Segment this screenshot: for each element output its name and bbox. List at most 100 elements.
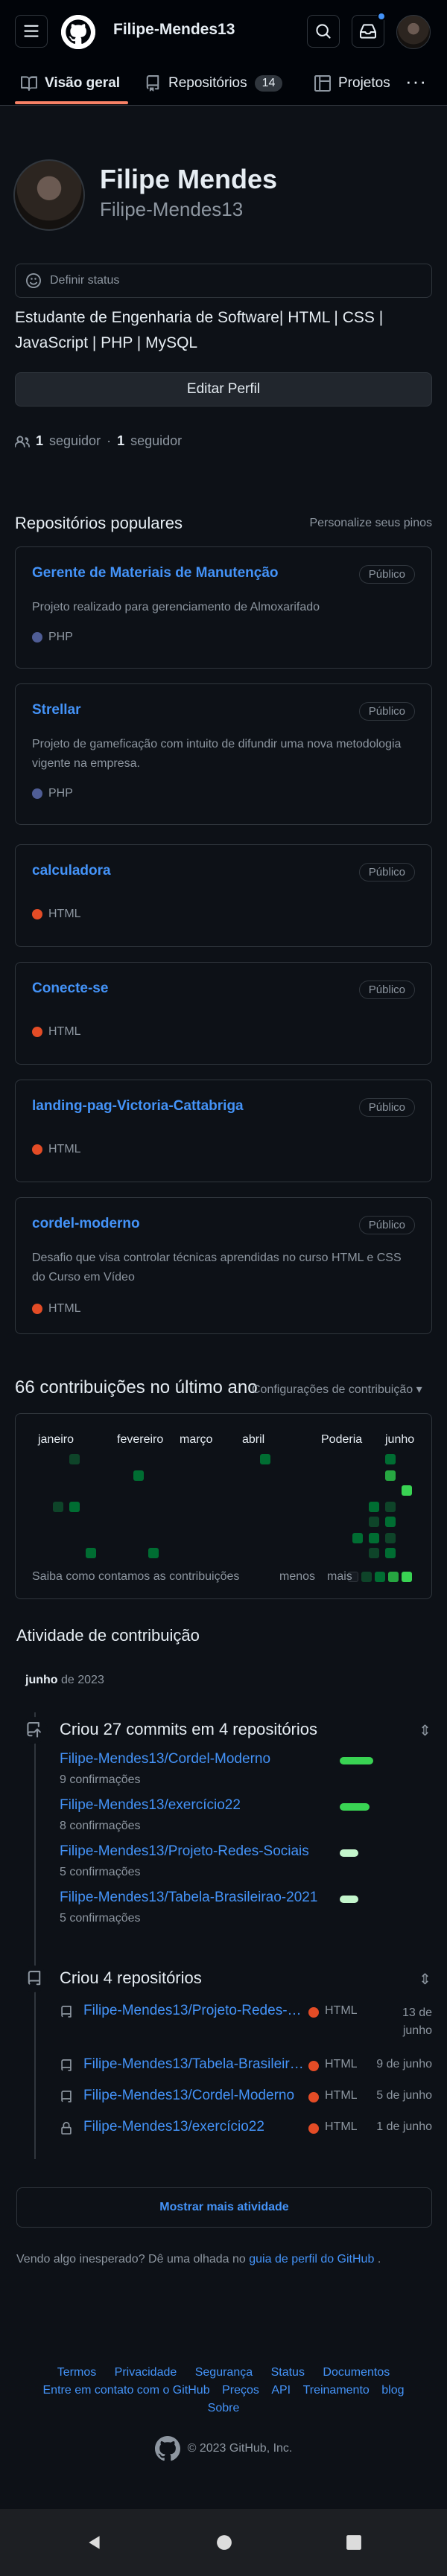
contribution-cell[interactable] — [385, 1470, 396, 1481]
contribution-cell[interactable] — [385, 1533, 396, 1543]
status-placeholder: Definir status — [50, 274, 120, 287]
footer-link-docs[interactable]: Documentos — [323, 2366, 390, 2379]
footer-link-about[interactable]: Sobre — [208, 2402, 240, 2414]
activity-month-name: junho — [25, 1674, 58, 1686]
contribution-cell[interactable] — [385, 1502, 396, 1512]
kebab-icon[interactable]: ··· — [405, 70, 427, 93]
language-color-dot — [32, 1027, 42, 1037]
learn-contributions-link[interactable]: Saiba como contamos as contribuições — [32, 1570, 239, 1584]
commit-repo-link[interactable]: Filipe-Mendes13/Projeto-Redes-Sociais — [60, 1843, 343, 1860]
month-label: março — [180, 1433, 213, 1446]
edit-profile-button[interactable]: Editar Perfil — [15, 372, 432, 407]
user-avatar-button[interactable] — [396, 15, 431, 49]
contribution-cell[interactable] — [385, 1517, 396, 1527]
contribution-cell[interactable] — [369, 1517, 379, 1527]
visibility-badge: Público — [358, 981, 415, 999]
language-color-dot — [32, 909, 42, 919]
repo-language: HTML — [32, 908, 81, 921]
contribution-cell[interactable] — [402, 1485, 412, 1496]
footer-link-blog[interactable]: blog — [381, 2384, 404, 2397]
search-icon — [316, 24, 331, 39]
timeline-line — [34, 1712, 36, 2159]
created-repo-link[interactable]: Filipe-Mendes13/Projeto-Redes-Sociais — [83, 2003, 307, 2019]
popular-repos-title: Repositórios populares — [15, 514, 183, 532]
commit-progress-bar — [340, 1803, 370, 1811]
show-more-activity-button[interactable]: Mostrar mais atividade — [16, 2187, 432, 2228]
commit-repo-link[interactable]: Filipe-Mendes13/Cordel-Moderno — [60, 1751, 343, 1767]
visibility-badge: Público — [358, 565, 415, 584]
contribution-cell[interactable] — [369, 1548, 379, 1558]
repo-name-link[interactable]: Gerente de Materiais de Manutenção — [32, 565, 279, 581]
home-icon[interactable] — [216, 2534, 232, 2551]
created-repo-link[interactable]: Filipe-Mendes13/Cordel-Moderno — [83, 2088, 307, 2104]
contribution-cell[interactable] — [53, 1502, 63, 1512]
footer-link-privacy[interactable]: Privacidade — [115, 2366, 177, 2379]
github-logo-icon[interactable] — [61, 15, 95, 49]
tab-overview-label: Visão geral — [45, 75, 121, 91]
tab-repositories[interactable]: Repositórios 14 — [145, 70, 283, 97]
language-color-dot — [308, 2092, 319, 2102]
github-mark-icon[interactable] — [154, 2436, 180, 2461]
repo-name-link[interactable]: cordel-moderno — [32, 1216, 140, 1232]
contribution-cell[interactable] — [133, 1470, 144, 1481]
book-icon — [21, 76, 37, 91]
back-icon[interactable] — [86, 2534, 103, 2551]
customize-pins-link[interactable]: Personalize seus pinos — [309, 517, 432, 530]
contribution-cell[interactable] — [86, 1548, 96, 1558]
contribution-cell[interactable] — [260, 1454, 270, 1464]
repo-name-link[interactable]: calculadora — [32, 863, 111, 879]
profile-guide-link[interactable]: guia de perfil do GitHub — [249, 2253, 374, 2266]
contribution-cell[interactable] — [148, 1548, 159, 1558]
legend-cell — [361, 1572, 372, 1582]
contribution-cell[interactable] — [69, 1502, 80, 1512]
fold-icon[interactable]: ⇕ — [419, 1970, 431, 1989]
menu-button[interactable] — [15, 15, 48, 48]
footer-link-training[interactable]: Treinamento — [303, 2384, 370, 2397]
repo-description: Projeto de gameficação com intuito de di… — [32, 738, 402, 770]
footer-link-api[interactable]: API — [271, 2384, 291, 2397]
repo-description: Projeto realizado para gerenciamento de … — [32, 601, 320, 613]
legend-cell — [388, 1572, 399, 1582]
tab-projects[interactable]: Projetos — [314, 70, 390, 97]
repo-name-link[interactable]: landing-pag-Victoria-Cattabriga — [32, 1098, 244, 1115]
language-color-dot — [32, 632, 42, 643]
footer-link-security[interactable]: Segurança — [195, 2366, 253, 2379]
repo-name-link[interactable]: Strellar — [32, 702, 80, 718]
pinned-repo-card: calculadora Público HTML — [15, 844, 432, 947]
footer-link-terms[interactable]: Termos — [57, 2366, 96, 2379]
tab-overview[interactable]: Visão geral — [21, 70, 120, 97]
footer-links-row1: Termos Privacidade Segurança Status Docu… — [0, 2366, 447, 2379]
search-button[interactable] — [307, 15, 340, 48]
footer-link-contact[interactable]: Entre em contato com o GitHub — [43, 2384, 210, 2397]
contribution-settings-dropdown[interactable]: Configurações de contribuição ▾ — [252, 1382, 422, 1397]
active-tab-underline — [15, 101, 128, 104]
set-status-button[interactable]: Definir status — [15, 264, 432, 298]
created-repo-link[interactable]: Filipe-Mendes13/exercício22 — [83, 2119, 307, 2135]
contribution-cell[interactable] — [69, 1454, 80, 1464]
repo-name-link[interactable]: Conecte-se — [32, 981, 108, 997]
created-repo-link[interactable]: Filipe-Mendes13/Tabela-Brasileirao-2021 — [83, 2056, 307, 2073]
avatar[interactable] — [13, 159, 85, 231]
fold-icon[interactable]: ⇕ — [419, 1721, 431, 1740]
commit-repo-link[interactable]: Filipe-Mendes13/Tabela-Brasileirao-2021 — [60, 1890, 343, 1906]
footer-link-pricing[interactable]: Preços — [222, 2384, 259, 2397]
recents-icon[interactable] — [346, 2534, 362, 2551]
contribution-cell[interactable] — [369, 1533, 379, 1543]
system-navigation-bar — [0, 2509, 447, 2576]
contribution-cell[interactable] — [385, 1454, 396, 1464]
contribution-cell[interactable] — [385, 1548, 396, 1558]
contribution-cell[interactable] — [369, 1502, 379, 1512]
followers-summary[interactable]: 1 seguidor · 1 seguidor — [15, 433, 182, 449]
repo-language: PHP — [32, 787, 73, 800]
legend-cell — [402, 1572, 412, 1582]
commit-icon — [21, 1717, 48, 1744]
created-repo-language: HTML — [325, 2004, 358, 2017]
contribution-cell[interactable] — [352, 1533, 363, 1543]
created-repo-date: 1 de junho — [376, 2120, 432, 2133]
header-title[interactable]: Filipe-Mendes13 — [113, 21, 235, 39]
chevron-down-icon: ▾ — [416, 1383, 422, 1396]
footer-link-status[interactable]: Status — [271, 2366, 305, 2379]
separator-dot: · — [107, 433, 112, 448]
created-repo-date: 5 de junho — [376, 2089, 432, 2102]
commit-repo-link[interactable]: Filipe-Mendes13/exercício22 — [60, 1797, 343, 1814]
